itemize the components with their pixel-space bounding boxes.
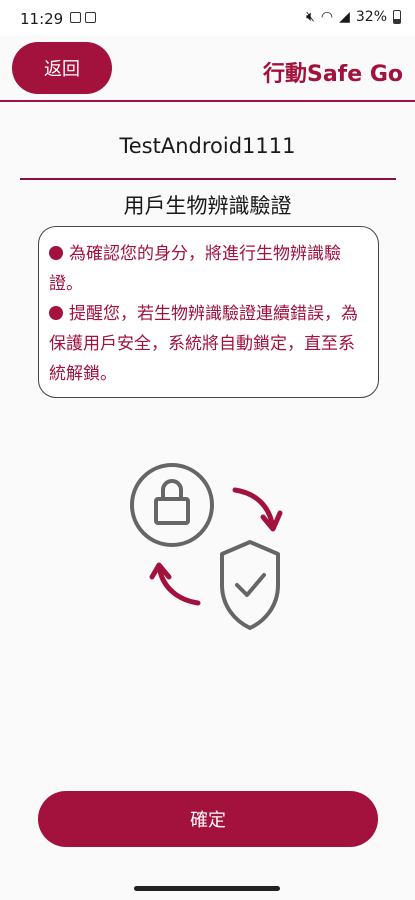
notice-text: 為確認您的身分，將進行生物辨識驗證。 xyxy=(49,244,341,294)
status-bar: 11:29 🔇︎ ◠ ◢ 32% xyxy=(0,0,415,36)
bullet-icon xyxy=(49,306,63,320)
lock-icon xyxy=(130,463,214,547)
confirm-button[interactable]: 確定 xyxy=(38,791,378,847)
screen: 11:29 🔇︎ ◠ ◢ 32% 返回 行動Safe Go TestAndroi… xyxy=(0,0,415,900)
back-button[interactable]: 返回 xyxy=(12,42,112,94)
battery-percent: 32% xyxy=(355,9,387,25)
app-title: 行動Safe Go xyxy=(262,62,403,87)
mute-icon: 🔇︎ xyxy=(306,9,315,25)
home-indicator[interactable] xyxy=(134,886,280,891)
arrow-icon xyxy=(149,562,201,606)
bullet-icon xyxy=(49,246,63,260)
status-time: 11:29 xyxy=(20,10,64,28)
wifi-icon: ◠ xyxy=(320,9,334,25)
header: 返回 行動Safe Go xyxy=(0,36,415,102)
notice-text: 提醒您，若生物辨識驗證連續錯誤，為保護用戶安全，系統將自動鎖定，直至系統解鎖。 xyxy=(49,304,358,384)
image-notification-icon xyxy=(70,12,81,23)
notice-item: 為確認您的身分，將進行生物辨識驗證。 xyxy=(49,239,360,299)
header-divider xyxy=(0,100,415,102)
biometric-illustration xyxy=(130,463,283,630)
arrow-icon xyxy=(232,487,283,532)
notice-box: 為確認您的身分，將進行生物辨識驗證。 提醒您，若生物辨識驗證連續錯誤，為保護用戶… xyxy=(38,226,379,398)
status-indicators: 🔇︎ ◠ ◢ 32% xyxy=(306,9,401,25)
app-notification-icon xyxy=(85,12,96,23)
battery-icon xyxy=(393,10,401,24)
signal-icon: ◢ xyxy=(339,9,350,25)
username: TestAndroid1111 xyxy=(119,134,296,158)
page-title: 用戶生物辨識驗證 xyxy=(123,194,292,218)
notification-icons xyxy=(70,12,96,23)
shield-check-icon xyxy=(220,540,280,630)
username-divider xyxy=(20,178,396,180)
notice-item: 提醒您，若生物辨識驗證連續錯誤，為保護用戶安全，系統將自動鎖定，直至系統解鎖。 xyxy=(49,299,360,389)
